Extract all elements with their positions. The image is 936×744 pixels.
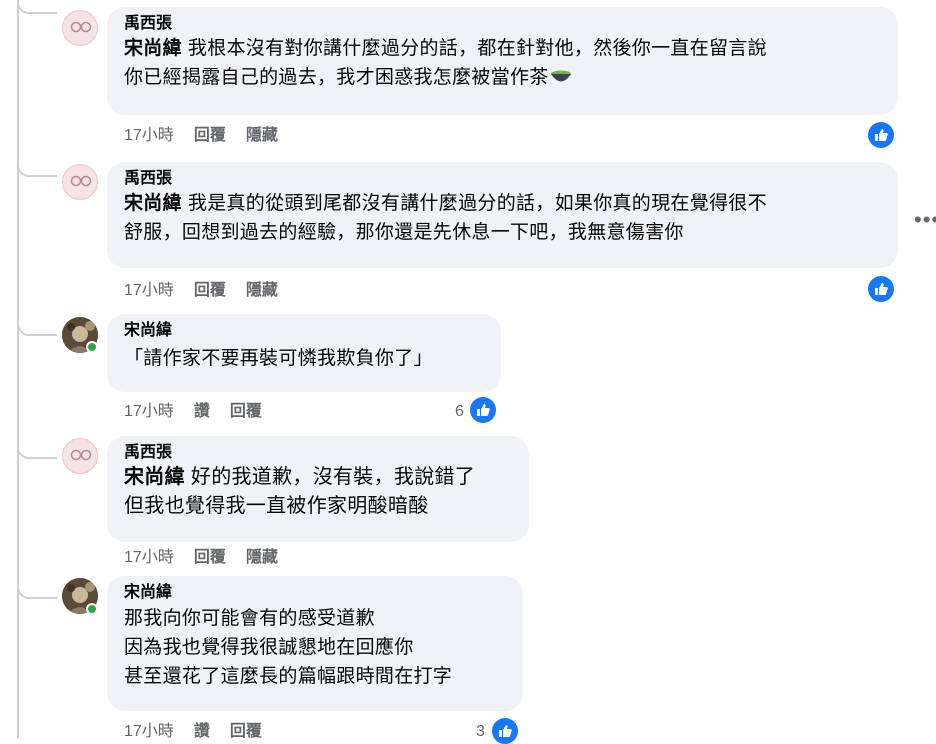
comment-time[interactable]: 17小時 — [124, 549, 174, 566]
hide-button[interactable]: 隱藏 — [246, 549, 278, 566]
comment-author[interactable]: 宋尚緯 — [124, 321, 484, 341]
thread-branch — [17, 585, 57, 599]
comment-author[interactable]: 禹西張 — [124, 169, 881, 189]
comment-text: 宋尚緯 好的我道歉，沒有裝，我說錯了 但我也覺得我一直被作家明酸暗酸 — [124, 466, 476, 517]
like-icon[interactable] — [868, 122, 894, 148]
comment-time[interactable]: 17小時 — [124, 723, 174, 740]
comment-actions: 17小時 讚 回覆 — [124, 722, 282, 742]
comment-author[interactable]: 禹西張 — [124, 14, 881, 34]
reply-button[interactable]: 回覆 — [194, 127, 226, 144]
tea-bowl-icon — [550, 70, 571, 82]
comment-bubble: 宋尚緯 那我向你可能會有的感受道歉 因為我也覺得我很誠懇地在回應你 甚至還花了這… — [107, 576, 523, 711]
like-button[interactable]: 讚 — [194, 403, 210, 420]
comment-time[interactable]: 17小時 — [124, 127, 174, 144]
comment-actions: 17小時 回覆 隱藏 — [124, 281, 298, 301]
comment-actions: 17小時 回覆 隱藏 — [124, 548, 298, 568]
comment-author[interactable]: 宋尚緯 — [124, 583, 506, 603]
avatar[interactable] — [62, 438, 98, 474]
like-icon[interactable] — [492, 718, 518, 744]
like-button[interactable]: 讚 — [194, 723, 210, 740]
like-icon[interactable] — [868, 276, 894, 302]
avatar[interactable] — [62, 164, 98, 200]
comment-text: 「請作家不要再裝可憐我欺負你了」 — [124, 348, 433, 369]
more-horizontal-icon[interactable]: ••• — [914, 207, 936, 233]
hide-button[interactable]: 隱藏 — [246, 282, 278, 299]
like-count[interactable]: 6 — [455, 402, 464, 422]
comment-time[interactable]: 17小時 — [124, 282, 174, 299]
comment-bubble: 禹西張 宋尚緯 好的我道歉，沒有裝，我說錯了 但我也覺得我一直被作家明酸暗酸 — [107, 436, 529, 542]
avatar[interactable] — [62, 10, 98, 46]
comment-bubble: 宋尚緯 「請作家不要再裝可憐我欺負你了」 — [107, 314, 501, 392]
comment-time[interactable]: 17小時 — [124, 403, 174, 420]
comment-author[interactable]: 禹西張 — [124, 443, 512, 463]
thread-branch — [17, 322, 57, 336]
comment-actions: 17小時 回覆 隱藏 — [124, 126, 298, 146]
mention-link[interactable]: 宋尚緯 — [124, 466, 185, 488]
comment-bubble: 禹西張 宋尚緯 我是真的從頭到尾都沒有講什麼過分的話，如果你真的現在覺得很不 舒服… — [107, 162, 898, 268]
like-icon[interactable] — [470, 397, 496, 423]
online-status-icon — [86, 603, 98, 615]
reply-button[interactable]: 回覆 — [230, 723, 262, 740]
comment-text: 宋尚緯 我是真的從頭到尾都沒有講什麼過分的話，如果你真的現在覺得很不 舒服，回想到… — [124, 193, 767, 243]
thread-branch — [17, 163, 57, 177]
comment-text: 那我向你可能會有的感受道歉 因為我也覺得我很誠懇地在回應你 甚至還花了這麼長的篇… — [124, 608, 453, 687]
comment-bubble: 禹西張 宋尚緯 我根本沒有對你講什麼過分的話，都在針對他，然後你一直在留言說 你已… — [107, 7, 898, 115]
mention-link[interactable]: 宋尚緯 — [124, 38, 182, 59]
like-count[interactable]: 3 — [476, 722, 485, 742]
reply-button[interactable]: 回覆 — [194, 549, 226, 566]
thread-branch — [17, 0, 57, 14]
reply-button[interactable]: 回覆 — [194, 282, 226, 299]
comment-actions: 17小時 讚 回覆 — [124, 402, 282, 422]
hide-button[interactable]: 隱藏 — [246, 127, 278, 144]
reply-button[interactable]: 回覆 — [230, 403, 262, 420]
thread-line — [17, 0, 19, 739]
comment-text: 宋尚緯 我根本沒有對你講什麼過分的話，都在針對他，然後你一直在留言說 你已經揭露自… — [124, 38, 767, 88]
thread-branch — [17, 445, 57, 459]
mention-link[interactable]: 宋尚緯 — [124, 193, 182, 214]
online-status-icon — [86, 341, 98, 353]
